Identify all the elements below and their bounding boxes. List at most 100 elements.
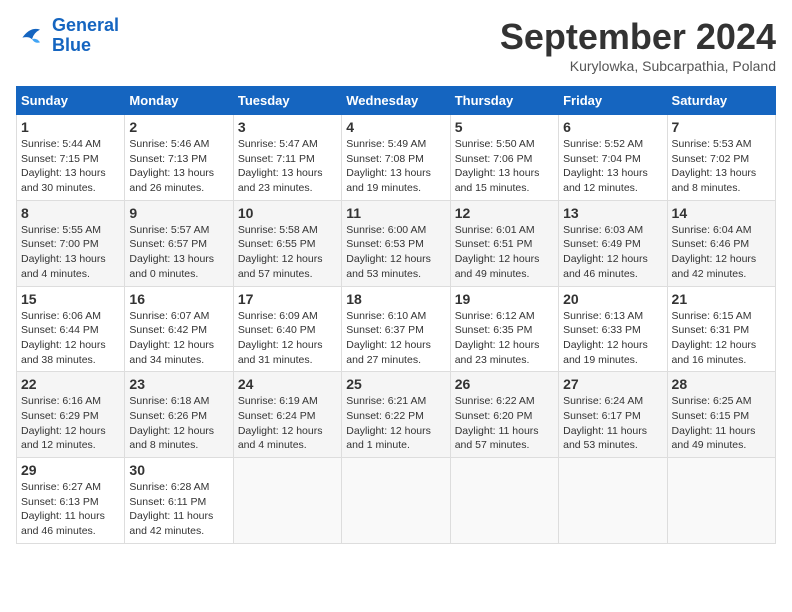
day-info: Sunrise: 6:21 AM Sunset: 6:22 PM Dayligh… [346, 394, 445, 453]
sunrise-label: Sunrise: 6:01 AM [455, 224, 535, 236]
calendar-day-18: 18 Sunrise: 6:10 AM Sunset: 6:37 PM Dayl… [342, 286, 450, 372]
month-title: September 2024 [500, 16, 776, 58]
daylight-label: Daylight: 13 hours and 19 minutes. [346, 167, 431, 194]
daylight-label: Daylight: 12 hours and 16 minutes. [672, 339, 757, 366]
calendar-week-4: 22 Sunrise: 6:16 AM Sunset: 6:29 PM Dayl… [17, 372, 776, 458]
day-info: Sunrise: 6:22 AM Sunset: 6:20 PM Dayligh… [455, 394, 554, 453]
sunrise-label: Sunrise: 6:00 AM [346, 224, 426, 236]
sunrise-label: Sunrise: 6:19 AM [238, 395, 318, 407]
calendar-day-4: 4 Sunrise: 5:49 AM Sunset: 7:08 PM Dayli… [342, 115, 450, 201]
day-info: Sunrise: 6:06 AM Sunset: 6:44 PM Dayligh… [21, 309, 120, 368]
day-number: 7 [672, 119, 771, 135]
calendar-day-28: 28 Sunrise: 6:25 AM Sunset: 6:15 PM Dayl… [667, 372, 775, 458]
calendar-day-15: 15 Sunrise: 6:06 AM Sunset: 6:44 PM Dayl… [17, 286, 125, 372]
day-info: Sunrise: 5:53 AM Sunset: 7:02 PM Dayligh… [672, 137, 771, 196]
day-number: 11 [346, 205, 445, 221]
day-info: Sunrise: 6:10 AM Sunset: 6:37 PM Dayligh… [346, 309, 445, 368]
col-header-tuesday: Tuesday [233, 87, 341, 115]
logo: General Blue [16, 16, 119, 56]
calendar-day-14: 14 Sunrise: 6:04 AM Sunset: 6:46 PM Dayl… [667, 200, 775, 286]
calendar-day-30: 30 Sunrise: 6:28 AM Sunset: 6:11 PM Dayl… [125, 458, 233, 544]
empty-cell [233, 458, 341, 544]
col-header-thursday: Thursday [450, 87, 558, 115]
sunrise-label: Sunrise: 6:03 AM [563, 224, 643, 236]
daylight-label: Daylight: 12 hours and 8 minutes. [129, 425, 214, 452]
daylight-label: Daylight: 13 hours and 4 minutes. [21, 253, 106, 280]
empty-cell [559, 458, 667, 544]
day-number: 24 [238, 376, 337, 392]
sunrise-label: Sunrise: 5:55 AM [21, 224, 101, 236]
day-number: 10 [238, 205, 337, 221]
sunrise-label: Sunrise: 6:18 AM [129, 395, 209, 407]
day-info: Sunrise: 5:49 AM Sunset: 7:08 PM Dayligh… [346, 137, 445, 196]
sunset-label: Sunset: 6:46 PM [672, 238, 750, 250]
daylight-label: Daylight: 11 hours and 46 minutes. [21, 510, 105, 537]
calendar-day-6: 6 Sunrise: 5:52 AM Sunset: 7:04 PM Dayli… [559, 115, 667, 201]
day-info: Sunrise: 5:57 AM Sunset: 6:57 PM Dayligh… [129, 223, 228, 282]
calendar-week-5: 29 Sunrise: 6:27 AM Sunset: 6:13 PM Dayl… [17, 458, 776, 544]
header-row: SundayMondayTuesdayWednesdayThursdayFrid… [17, 87, 776, 115]
sunrise-label: Sunrise: 6:22 AM [455, 395, 535, 407]
calendar-week-3: 15 Sunrise: 6:06 AM Sunset: 6:44 PM Dayl… [17, 286, 776, 372]
calendar-day-11: 11 Sunrise: 6:00 AM Sunset: 6:53 PM Dayl… [342, 200, 450, 286]
col-header-wednesday: Wednesday [342, 87, 450, 115]
sunrise-label: Sunrise: 5:46 AM [129, 138, 209, 150]
day-info: Sunrise: 6:16 AM Sunset: 6:29 PM Dayligh… [21, 394, 120, 453]
daylight-label: Daylight: 12 hours and 34 minutes. [129, 339, 214, 366]
sunset-label: Sunset: 6:44 PM [21, 324, 99, 336]
day-info: Sunrise: 6:01 AM Sunset: 6:51 PM Dayligh… [455, 223, 554, 282]
day-info: Sunrise: 6:09 AM Sunset: 6:40 PM Dayligh… [238, 309, 337, 368]
calendar-day-16: 16 Sunrise: 6:07 AM Sunset: 6:42 PM Dayl… [125, 286, 233, 372]
day-number: 12 [455, 205, 554, 221]
sunset-label: Sunset: 6:57 PM [129, 238, 207, 250]
daylight-label: Daylight: 13 hours and 30 minutes. [21, 167, 106, 194]
sunrise-label: Sunrise: 5:44 AM [21, 138, 101, 150]
day-number: 27 [563, 376, 662, 392]
day-number: 1 [21, 119, 120, 135]
calendar-day-27: 27 Sunrise: 6:24 AM Sunset: 6:17 PM Dayl… [559, 372, 667, 458]
calendar-day-12: 12 Sunrise: 6:01 AM Sunset: 6:51 PM Dayl… [450, 200, 558, 286]
calendar-day-1: 1 Sunrise: 5:44 AM Sunset: 7:15 PM Dayli… [17, 115, 125, 201]
calendar-day-5: 5 Sunrise: 5:50 AM Sunset: 7:06 PM Dayli… [450, 115, 558, 201]
calendar-day-10: 10 Sunrise: 5:58 AM Sunset: 6:55 PM Dayl… [233, 200, 341, 286]
sunset-label: Sunset: 6:51 PM [455, 238, 533, 250]
daylight-label: Daylight: 11 hours and 57 minutes. [455, 425, 539, 452]
daylight-label: Daylight: 13 hours and 26 minutes. [129, 167, 214, 194]
calendar-day-20: 20 Sunrise: 6:13 AM Sunset: 6:33 PM Dayl… [559, 286, 667, 372]
day-info: Sunrise: 6:27 AM Sunset: 6:13 PM Dayligh… [21, 480, 120, 539]
sunset-label: Sunset: 6:42 PM [129, 324, 207, 336]
day-number: 4 [346, 119, 445, 135]
calendar-day-7: 7 Sunrise: 5:53 AM Sunset: 7:02 PM Dayli… [667, 115, 775, 201]
day-info: Sunrise: 6:00 AM Sunset: 6:53 PM Dayligh… [346, 223, 445, 282]
sunrise-label: Sunrise: 5:52 AM [563, 138, 643, 150]
sunrise-label: Sunrise: 6:09 AM [238, 310, 318, 322]
daylight-label: Daylight: 11 hours and 42 minutes. [129, 510, 213, 537]
day-info: Sunrise: 5:52 AM Sunset: 7:04 PM Dayligh… [563, 137, 662, 196]
calendar-day-21: 21 Sunrise: 6:15 AM Sunset: 6:31 PM Dayl… [667, 286, 775, 372]
sunrise-label: Sunrise: 6:04 AM [672, 224, 752, 236]
sunrise-label: Sunrise: 6:24 AM [563, 395, 643, 407]
day-info: Sunrise: 6:07 AM Sunset: 6:42 PM Dayligh… [129, 309, 228, 368]
day-info: Sunrise: 6:19 AM Sunset: 6:24 PM Dayligh… [238, 394, 337, 453]
sunrise-label: Sunrise: 6:06 AM [21, 310, 101, 322]
sunrise-label: Sunrise: 6:10 AM [346, 310, 426, 322]
day-number: 16 [129, 291, 228, 307]
day-info: Sunrise: 5:44 AM Sunset: 7:15 PM Dayligh… [21, 137, 120, 196]
daylight-label: Daylight: 12 hours and 53 minutes. [346, 253, 431, 280]
sunset-label: Sunset: 6:24 PM [238, 410, 316, 422]
day-info: Sunrise: 6:28 AM Sunset: 6:11 PM Dayligh… [129, 480, 228, 539]
sunset-label: Sunset: 7:13 PM [129, 153, 207, 165]
empty-cell [450, 458, 558, 544]
empty-cell [667, 458, 775, 544]
logo-bird-icon [16, 20, 48, 52]
calendar-day-2: 2 Sunrise: 5:46 AM Sunset: 7:13 PM Dayli… [125, 115, 233, 201]
day-number: 20 [563, 291, 662, 307]
sunset-label: Sunset: 7:00 PM [21, 238, 99, 250]
day-number: 3 [238, 119, 337, 135]
day-number: 8 [21, 205, 120, 221]
day-info: Sunrise: 5:47 AM Sunset: 7:11 PM Dayligh… [238, 137, 337, 196]
sunset-label: Sunset: 6:53 PM [346, 238, 424, 250]
daylight-label: Daylight: 13 hours and 12 minutes. [563, 167, 648, 194]
sunset-label: Sunset: 6:40 PM [238, 324, 316, 336]
daylight-label: Daylight: 12 hours and 23 minutes. [455, 339, 540, 366]
